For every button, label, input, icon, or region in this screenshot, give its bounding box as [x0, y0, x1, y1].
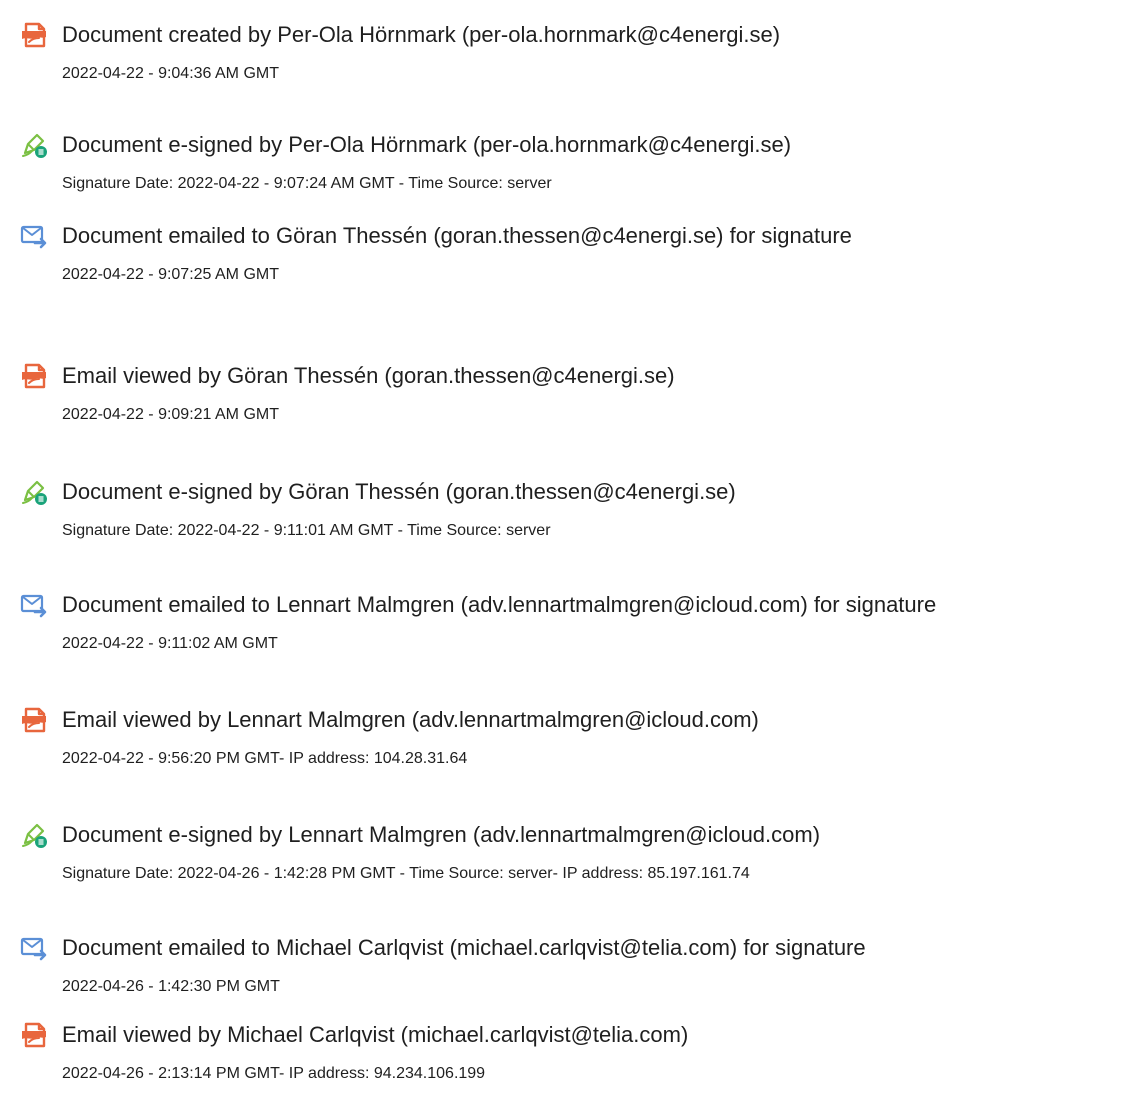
- entry-timestamp: 2022-04-26 - 1:42:30 PM GMT: [62, 978, 280, 995]
- e-signature-icon: [20, 131, 48, 159]
- audit-entry: Document created by Per-Ola Hörnmark (pe…: [0, 13, 1125, 103]
- document-icon: [20, 706, 48, 734]
- entry-title: Document e-signed by Göran Thessén (gora…: [62, 479, 736, 504]
- audit-entry: Document e-signed by Göran Thessén (gora…: [0, 470, 1125, 560]
- audit-entry: Document emailed to Lennart Malmgren (ad…: [0, 583, 1125, 673]
- entry-title: Document e-signed by Per-Ola Hörnmark (p…: [62, 132, 792, 157]
- entry-title: Email viewed by Göran Thessén (goran.the…: [62, 363, 675, 388]
- entry-title: Document emailed to Lennart Malmgren (ad…: [62, 592, 937, 617]
- entry-timestamp: 2022-04-22 - 9:09:21 AM GMT: [62, 406, 279, 423]
- entry-timestamp: 2022-04-22 - 9:56:20 PM GMT- IP address:…: [62, 750, 468, 767]
- audit-entry: Document e-signed by Per-Ola Hörnmark (p…: [0, 123, 1125, 213]
- entry-timestamp: 2022-04-22 - 9:04:36 AM GMT: [62, 65, 279, 82]
- entry-timestamp: 2022-04-22 - 9:11:02 AM GMT: [62, 635, 278, 652]
- entry-timestamp: Signature Date: 2022-04-22 - 9:07:24 AM …: [62, 175, 552, 192]
- entry-timestamp: Signature Date: 2022-04-22 - 9:11:01 AM …: [62, 522, 551, 539]
- entry-title: Email viewed by Michael Carlqvist (micha…: [62, 1022, 689, 1047]
- entry-title: Document created by Per-Ola Hörnmark (pe…: [62, 22, 781, 47]
- document-icon: [20, 362, 48, 390]
- audit-entry: Document e-signed by Lennart Malmgren (a…: [0, 813, 1125, 903]
- audit-entry: Document emailed to Michael Carlqvist (m…: [0, 926, 1125, 1016]
- entry-title: Document emailed to Göran Thessén (goran…: [62, 223, 852, 248]
- audit-entry: Email viewed by Michael Carlqvist (micha…: [0, 1013, 1125, 1103]
- audit-entry: Email viewed by Göran Thessén (goran.the…: [0, 354, 1125, 444]
- entry-title: Email viewed by Lennart Malmgren (adv.le…: [62, 707, 759, 732]
- e-signature-icon: [20, 478, 48, 506]
- document-icon: [20, 21, 48, 49]
- e-signature-icon: [20, 821, 48, 849]
- document-icon: [20, 1021, 48, 1049]
- email-icon: [20, 222, 48, 250]
- entry-timestamp: 2022-04-26 - 2:13:14 PM GMT- IP address:…: [62, 1065, 486, 1082]
- entry-title: Document e-signed by Lennart Malmgren (a…: [62, 822, 821, 847]
- entry-timestamp: 2022-04-22 - 9:07:25 AM GMT: [62, 266, 279, 283]
- email-icon: [20, 934, 48, 962]
- audit-entry: Document emailed to Göran Thessén (goran…: [0, 214, 1125, 304]
- audit-entry: Email viewed by Lennart Malmgren (adv.le…: [0, 698, 1125, 788]
- email-icon: [20, 591, 48, 619]
- entry-timestamp: Signature Date: 2022-04-26 - 1:42:28 PM …: [62, 865, 750, 882]
- entry-title: Document emailed to Michael Carlqvist (m…: [62, 935, 866, 960]
